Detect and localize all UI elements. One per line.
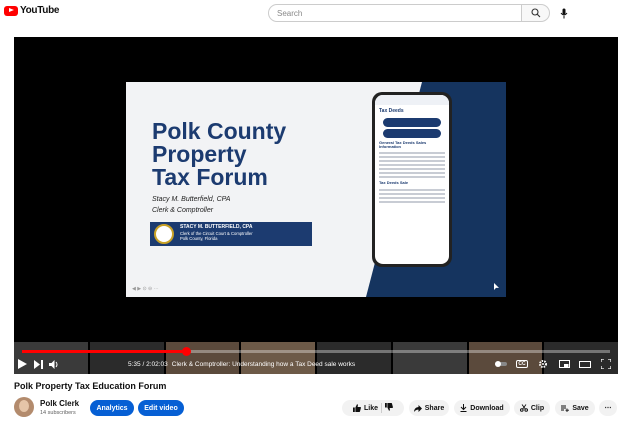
video-player[interactable]: Polk County Property Tax Forum Stacy M. …	[14, 37, 618, 374]
youtube-watch-page: YouTube Search Polk County Property Tax …	[0, 0, 624, 423]
like-label: Like	[363, 404, 378, 412]
phone-button	[383, 118, 441, 127]
scissors-icon	[519, 404, 528, 412]
microphone-icon	[560, 8, 568, 18]
autoplay-icon	[495, 361, 507, 367]
presenter-role: Clerk & Comptroller	[152, 207, 214, 214]
volume-icon	[49, 359, 58, 369]
share-label: Share	[424, 404, 445, 412]
play-icon	[17, 359, 27, 369]
player-right-controls: CC	[493, 356, 614, 372]
save-button[interactable]: Save	[555, 400, 595, 416]
thumbs-down-icon	[385, 403, 393, 411]
phone-text-line	[379, 160, 445, 163]
phone-text-line	[379, 172, 445, 175]
slide-title-line: Tax Forum	[152, 164, 268, 190]
voice-search-button[interactable]	[558, 7, 570, 19]
share-button[interactable]: Share	[409, 400, 449, 416]
top-bar: YouTube Search	[0, 0, 624, 26]
settings-button[interactable]	[535, 356, 551, 372]
youtube-play-icon	[4, 5, 18, 16]
analytics-button[interactable]: Analytics	[90, 400, 134, 416]
phone-browser-bar	[375, 95, 449, 105]
channel-avatar[interactable]	[14, 397, 34, 417]
search-button[interactable]	[522, 4, 550, 22]
phone-section-heading: Tax Deeds Sale	[379, 180, 409, 186]
thumbs-up-icon	[352, 404, 361, 412]
download-label: Download	[470, 404, 504, 412]
phone-mockup: Tax Deeds General Tax Deeds Sales Inform…	[372, 92, 452, 267]
fullscreen-icon	[601, 359, 611, 369]
subtitles-button[interactable]: CC	[514, 356, 530, 372]
player-controls: 5:35 / 2:02:03 Clerk & Comptroller: Unde…	[14, 355, 618, 373]
phone-screen: Tax Deeds General Tax Deeds Sales Inform…	[375, 95, 449, 264]
youtube-logo[interactable]: YouTube	[4, 5, 60, 16]
slide-presenter: Stacy M. Butterfield, CPA Clerk & Comptr…	[152, 194, 230, 216]
phone-button	[383, 129, 441, 138]
progress-played	[22, 350, 187, 353]
save-label: Save	[572, 404, 589, 412]
phone-text-line	[379, 196, 445, 199]
more-horizontal-icon: ⋯	[604, 405, 612, 412]
phone-heading: Tax Deeds	[379, 108, 404, 114]
share-icon	[413, 404, 422, 412]
phone-text-line	[379, 192, 445, 195]
like-divider	[381, 403, 382, 413]
phone-text-line	[379, 152, 445, 155]
logo-text: YouTube	[20, 5, 60, 16]
miniplayer-button[interactable]	[556, 356, 572, 372]
clip-label: Clip	[530, 404, 545, 412]
slide-title-line: Property	[152, 141, 247, 167]
play-button[interactable]	[14, 356, 30, 372]
phone-section-heading: General Tax Deeds Sales Information	[379, 140, 427, 150]
theater-icon	[579, 360, 591, 368]
dislike-button[interactable]	[385, 403, 393, 413]
gear-icon	[539, 360, 547, 368]
phone-text-line	[379, 168, 445, 171]
phone-text-line	[379, 164, 445, 167]
phone-section-title: General Tax Deeds Sales Information	[375, 140, 449, 150]
edit-video-button[interactable]: Edit video	[138, 400, 184, 416]
channel-name[interactable]: Polk Clerk	[40, 399, 79, 408]
phone-text-line	[379, 176, 445, 179]
county-seal-icon	[154, 224, 174, 244]
next-button[interactable]	[30, 356, 46, 372]
autoplay-toggle[interactable]	[493, 356, 509, 372]
volume-button[interactable]	[46, 356, 62, 372]
banner-name: STACY M. BUTTERFIELD, CPA	[180, 224, 253, 230]
more-actions-button[interactable]: ⋯	[599, 400, 617, 416]
download-icon	[460, 404, 467, 412]
download-button[interactable]: Download	[454, 400, 510, 416]
skip-next-icon	[33, 359, 43, 369]
phone-text-line	[379, 188, 445, 191]
theater-mode-button[interactable]	[577, 356, 593, 372]
like-dislike-group: Like	[342, 400, 404, 416]
time-display: 5:35 / 2:02:03	[128, 360, 168, 368]
like-button[interactable]: Like	[352, 404, 378, 412]
search-icon	[530, 8, 540, 18]
add-to-playlist-icon	[561, 405, 570, 412]
progress-bar[interactable]	[22, 347, 610, 356]
phone-text-line	[379, 200, 445, 203]
banner-text: STACY M. BUTTERFIELD, CPA Clerk of the C…	[180, 224, 253, 242]
banner-line: Polk County, Florida	[180, 236, 218, 241]
presentation-slide: Polk County Property Tax Forum Stacy M. …	[126, 82, 506, 297]
miniplayer-icon	[558, 360, 570, 368]
chapter-title[interactable]: Clerk & Comptroller: Understanding how a…	[172, 361, 355, 368]
subscriber-count: 14 subscribers	[40, 410, 76, 416]
phone-section-title: Tax Deeds Sale	[375, 180, 449, 186]
phone-text-line	[379, 156, 445, 159]
cc-icon: CC	[516, 360, 528, 368]
presenter-name: Stacy M. Butterfield, CPA	[152, 196, 231, 203]
slide-name-banner: STACY M. BUTTERFIELD, CPA Clerk of the C…	[150, 222, 312, 246]
search-input[interactable]: Search	[268, 4, 522, 22]
video-title: Polk Property Tax Education Forum	[14, 381, 167, 391]
clip-button[interactable]: Clip	[514, 400, 550, 416]
slide-title: Polk County Property Tax Forum	[152, 120, 286, 189]
slide-title-line: Polk County	[152, 118, 287, 144]
fullscreen-button[interactable]	[598, 356, 614, 372]
slide-controls-icons: ◀ ▶ ⊙ ⊖ ⋯	[132, 286, 159, 292]
